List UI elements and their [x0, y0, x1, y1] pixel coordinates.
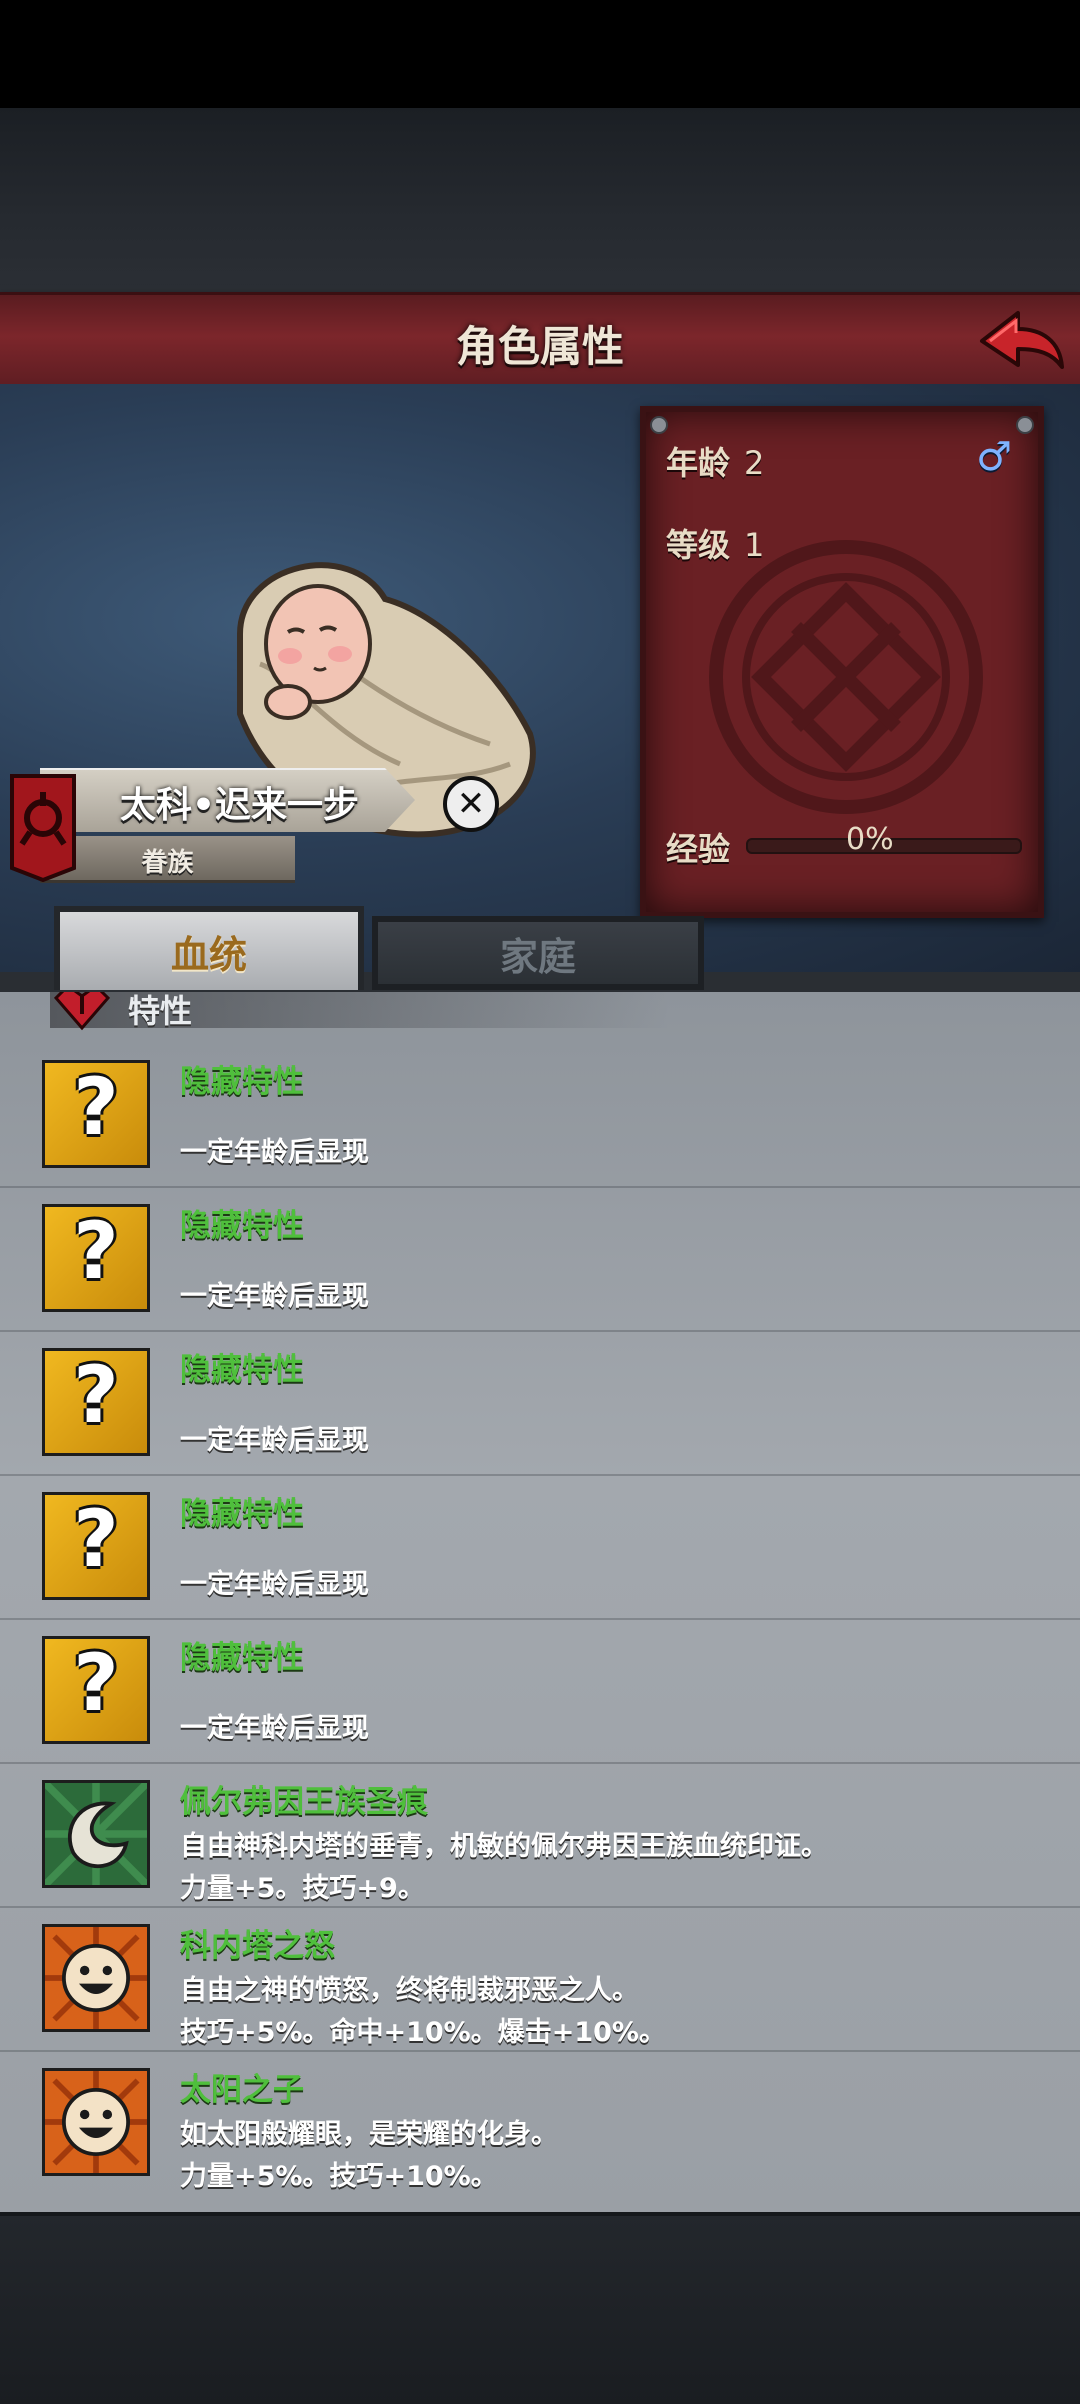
section-title: 特性: [128, 992, 193, 1030]
trait-description: 自由之神的愤怒，终将制裁邪恶之人。: [180, 1975, 639, 2006]
trait-description: 一定年龄后显现: [180, 1137, 369, 1168]
house-flag-icon[interactable]: [8, 772, 78, 882]
male-gender-icon: ♂: [976, 434, 1012, 480]
trait-effect: 力量+5%。技巧+10%。: [180, 2161, 498, 2192]
level-value: 1: [744, 526, 765, 564]
trait-name: 隐藏特性: [180, 1496, 304, 1532]
level-row: 等级 1: [666, 520, 764, 566]
age-value: 2: [744, 444, 765, 482]
family-plate: 眷族: [40, 836, 295, 883]
trait-name: 佩尔弗因王族圣痕: [180, 1784, 428, 1820]
question-mark-icon: ?: [42, 1492, 150, 1600]
tab-bloodline[interactable]: 血统: [54, 906, 364, 990]
tab-family[interactable]: 家庭: [372, 916, 704, 990]
trait-name: 隐藏特性: [180, 1352, 304, 1388]
question-mark-icon: ?: [42, 1348, 150, 1456]
trait-name: 隐藏特性: [180, 1640, 304, 1676]
trait-description: 自由神科内塔的垂青，机敏的佩尔弗因王族血统印证。: [180, 1831, 828, 1862]
trait-row[interactable]: 太阳之子 如太阳般耀眼，是荣耀的化身。 力量+5%。技巧+10%。: [0, 2050, 1080, 2194]
rivet: [650, 416, 668, 434]
trait-name: 太阳之子: [180, 2072, 304, 2108]
trait-name: 隐藏特性: [180, 1208, 304, 1244]
age-row: 年龄 2: [666, 438, 764, 484]
trait-name: 科内塔之怒: [180, 1928, 335, 1964]
rivet: [1016, 416, 1034, 434]
trait-row[interactable]: 科内塔之怒 自由之神的愤怒，终将制裁邪恶之人。 技巧+5%。命中+10%。爆击+…: [0, 1906, 1080, 2052]
trait-description: 一定年龄后显现: [180, 1569, 369, 1600]
section-header: 特性: [50, 992, 670, 1031]
heart-gem-icon: [53, 992, 111, 1031]
stat-panel: 年龄 2 ♂ 等级 1 经验 0%: [640, 406, 1044, 918]
close-icon: ✕: [456, 784, 486, 824]
trait-effect: 技巧+5%。命中+10%。爆击+10%。: [180, 2017, 666, 2048]
trait-row[interactable]: ? 隐藏特性 一定年龄后显现: [0, 1618, 1080, 1764]
top-backdrop: [0, 108, 1080, 294]
question-mark-icon: ?: [42, 1204, 150, 1312]
tab-bar: 血统 家庭: [0, 894, 1080, 992]
age-label: 年龄: [666, 444, 731, 482]
level-label: 等级: [666, 526, 731, 564]
trait-effect: 力量+5。技巧+9。: [180, 1873, 425, 1904]
question-mark-icon: ?: [42, 1060, 150, 1168]
trait-description: 如太阳般耀眼，是荣耀的化身。: [180, 2119, 558, 2150]
back-arrow-icon[interactable]: [972, 301, 1068, 381]
trait-row[interactable]: ? 隐藏特性 一定年龄后显现: [0, 1474, 1080, 1620]
trait-description: 一定年龄后显现: [180, 1281, 369, 1312]
trait-row[interactable]: ? 隐藏特性 一定年龄后显现: [0, 1042, 1080, 1188]
trait-row[interactable]: 佩尔弗因王族圣痕 自由神科内塔的垂青，机敏的佩尔弗因王族血统印证。 力量+5。技…: [0, 1762, 1080, 1908]
character-name: 太科•迟来一步: [120, 785, 360, 826]
bottom-backdrop: [0, 2212, 1080, 2404]
question-mark-icon: ?: [42, 1636, 150, 1744]
page-title: 角色属性: [455, 322, 624, 371]
smiling-sun-icon: [42, 2068, 150, 2176]
trait-row[interactable]: ? 隐藏特性 一定年龄后显现: [0, 1330, 1080, 1476]
character-hero: 年龄 2 ♂ 等级 1 经验 0% 太科•迟来一步 眷族 ✕: [0, 384, 1080, 974]
top-black-bar: [0, 0, 1080, 108]
exp-percent: 0%: [846, 822, 894, 857]
trait-description: 一定年龄后显现: [180, 1713, 369, 1744]
trait-panel[interactable]: 特性 ? 隐藏特性 一定年龄后显现 ? 隐藏特性 一定年龄后显现 ? 隐藏特性 …: [0, 992, 1080, 2212]
green-swirl-icon: [42, 1780, 150, 1888]
smiling-sun-icon: [42, 1924, 150, 2032]
trait-row[interactable]: ? 隐藏特性 一定年龄后显现: [0, 1186, 1080, 1332]
trait-description: 一定年龄后显现: [180, 1425, 369, 1456]
family-name: 眷族: [141, 848, 194, 878]
trait-name: 隐藏特性: [180, 1064, 304, 1100]
exp-label: 经验: [666, 830, 731, 868]
dismiss-character-button[interactable]: ✕: [443, 776, 499, 832]
title-bar: 角色属性: [0, 292, 1080, 391]
name-banner: 太科•迟来一步 眷族 ✕: [0, 768, 499, 883]
celtic-knot-emblem: [709, 540, 983, 814]
